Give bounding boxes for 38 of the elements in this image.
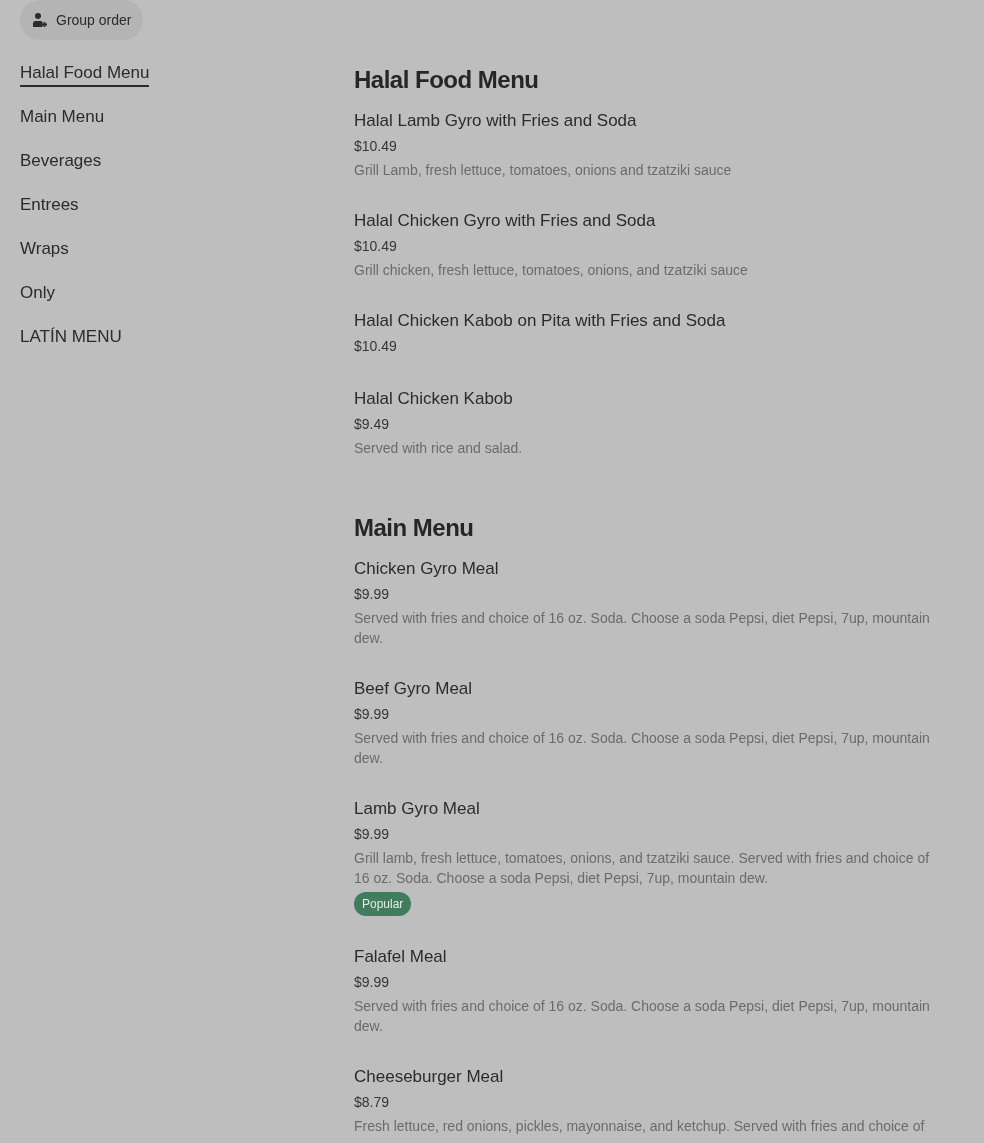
item-name[interactable]: Chicken Gyro Meal [354, 557, 499, 581]
item-name[interactable]: Halal Lamb Gyro with Fries and Soda [354, 109, 637, 133]
item-description: Fresh lettuce, red onions, pickles, mayonnaise, and ketchup. Served with fries and choice of [354, 1117, 925, 1136]
section-heading: Halal Food Menu [354, 65, 540, 95]
item-price: $9.99 [354, 585, 390, 604]
category-link[interactable]: Beverages [20, 149, 102, 175]
item-description: Grill chicken, fresh lettuce, tomatoes, onions, and tzatziki sauce [354, 261, 748, 280]
item-description: Served with rice and salad. [354, 439, 523, 458]
item-price: $10.49 [354, 137, 397, 156]
item-name[interactable]: Halal Chicken Kabob on Pita with Fries and Soda [354, 309, 726, 333]
item-price: $8.79 [354, 1093, 390, 1112]
category-link[interactable]: Only [20, 281, 55, 307]
category-link[interactable]: Halal Food Menu [20, 61, 150, 87]
item-price: $10.49 [354, 337, 397, 356]
category-link[interactable]: Wraps [20, 237, 69, 263]
item-price: $9.99 [354, 825, 390, 844]
item-price: $10.49 [354, 237, 397, 256]
item-description: Served with fries and choice of 16 oz. Soda. Choose a soda Pepsi, diet Pepsi, 7up, mountain dew. [354, 609, 931, 648]
add-person-icon [32, 12, 48, 28]
item-name[interactable]: Falafel Meal [354, 945, 447, 969]
item-name[interactable]: Lamb Gyro Meal [354, 797, 480, 821]
section-heading: Main Menu [354, 513, 475, 543]
category-link[interactable]: Entrees [20, 193, 79, 219]
item-description: Grill lamb, fresh lettuce, tomatoes, onions, and tzatziki sauce. Served with fries and choice of 16 oz. Soda. Choose a soda Pepsi, diet Pepsi, 7up, mountain dew. [354, 849, 931, 888]
group-order-button[interactable]: Group order [20, 0, 144, 40]
item-name[interactable]: Halal Chicken Gyro with Fries and Soda [354, 209, 656, 233]
item-price: $9.99 [354, 705, 390, 724]
item-description: Served with fries and choice of 16 oz. Soda. Choose a soda Pepsi, diet Pepsi, 7up, mountain dew. [354, 729, 931, 768]
item-name[interactable]: Cheeseburger Meal [354, 1065, 504, 1089]
item-price: $9.49 [354, 415, 390, 434]
item-name[interactable]: Beef Gyro Meal [354, 677, 473, 701]
category-link[interactable]: LATÍN MENU [20, 325, 122, 351]
category-link[interactable]: Main Menu [20, 105, 105, 131]
item-price: $9.99 [354, 973, 390, 992]
popular-badge: Popular [354, 892, 412, 916]
item-name[interactable]: Halal Chicken Kabob [354, 387, 513, 411]
item-description: Served with fries and choice of 16 oz. Soda. Choose a soda Pepsi, diet Pepsi, 7up, mountain dew. [354, 997, 931, 1036]
item-description: Grill Lamb, fresh lettuce, tomatoes, onions and tzatziki sauce [354, 161, 732, 180]
